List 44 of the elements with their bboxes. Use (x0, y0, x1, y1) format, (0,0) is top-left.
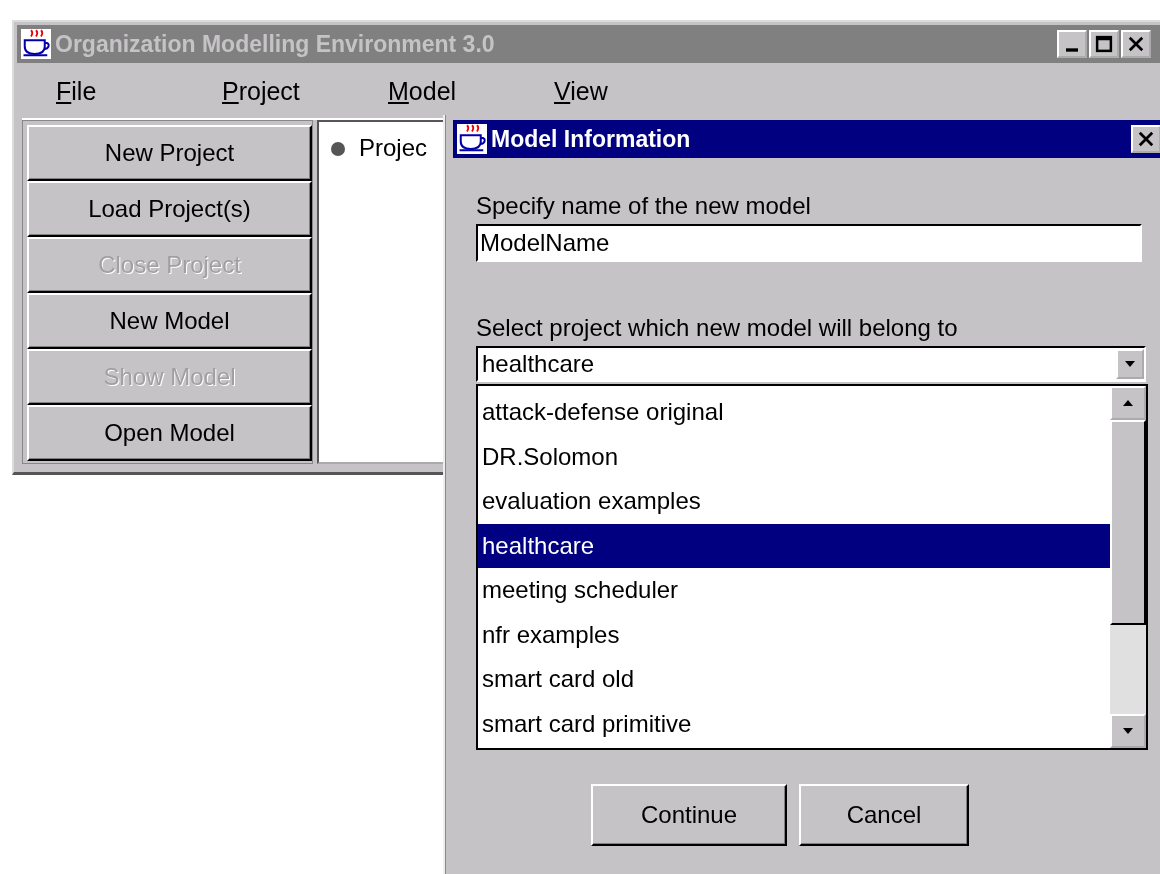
down-triangle-icon (1122, 727, 1134, 735)
close-button[interactable] (1121, 30, 1151, 58)
minimize-icon (1066, 48, 1078, 52)
up-arrow-button[interactable] (1110, 386, 1146, 420)
dialog-button[interactable]: Cancel (799, 784, 969, 846)
list-item[interactable]: nfr examples (478, 612, 1110, 657)
list-item[interactable]: smart card old (478, 657, 1110, 702)
coffee-cup-icon (21, 29, 51, 59)
close-icon (1126, 34, 1146, 54)
side-button[interactable]: Open Model (27, 405, 312, 461)
list-item[interactable]: healthcare (478, 523, 1110, 568)
close-button[interactable] (1131, 125, 1160, 153)
coffee-cup-icon (457, 124, 487, 154)
down-triangle-icon (1124, 360, 1136, 368)
tree-item[interactable]: Projec (359, 134, 428, 162)
menu-item[interactable]: File (56, 76, 222, 106)
menu-item[interactable]: View (554, 76, 720, 106)
menu-item[interactable]: Project (222, 76, 388, 106)
down-arrow-button[interactable] (1116, 349, 1144, 379)
scroll-thumb[interactable] (1110, 420, 1146, 625)
bullet-icon (331, 142, 345, 156)
model-name-field[interactable]: ModelName (476, 224, 1142, 262)
down-arrow-button[interactable] (1110, 714, 1146, 748)
side-button[interactable]: New Project (27, 125, 312, 181)
side-button[interactable]: New Model (27, 293, 312, 349)
list-item[interactable]: attack-defense original (478, 390, 1110, 435)
close-icon (1136, 129, 1156, 149)
list-item[interactable]: meeting scheduler (478, 568, 1110, 613)
project-dropdown[interactable]: healthcare (476, 346, 1146, 382)
minimize-button[interactable] (1057, 30, 1087, 58)
maximize-button[interactable] (1089, 30, 1119, 58)
list-item[interactable]: evaluation examples (478, 479, 1110, 524)
side-button[interactable]: Load Project(s) (27, 181, 312, 237)
list-item[interactable]: smart card primitive (478, 701, 1110, 746)
list-item[interactable]: DR.Solomon (478, 434, 1110, 479)
dialog-button[interactable]: Continue (591, 784, 787, 846)
scrollbar[interactable] (1110, 386, 1146, 748)
window-title: Organization Modelling Environment 3.0 (55, 30, 496, 58)
up-triangle-icon (1122, 399, 1134, 407)
menu-item[interactable]: Model (388, 76, 554, 106)
field-label: Select project which new model will belong to (476, 314, 959, 342)
field-label: Specify name of the new model (476, 192, 812, 220)
maximize-icon (1094, 34, 1114, 54)
dialog-title: Model Information (491, 125, 692, 153)
